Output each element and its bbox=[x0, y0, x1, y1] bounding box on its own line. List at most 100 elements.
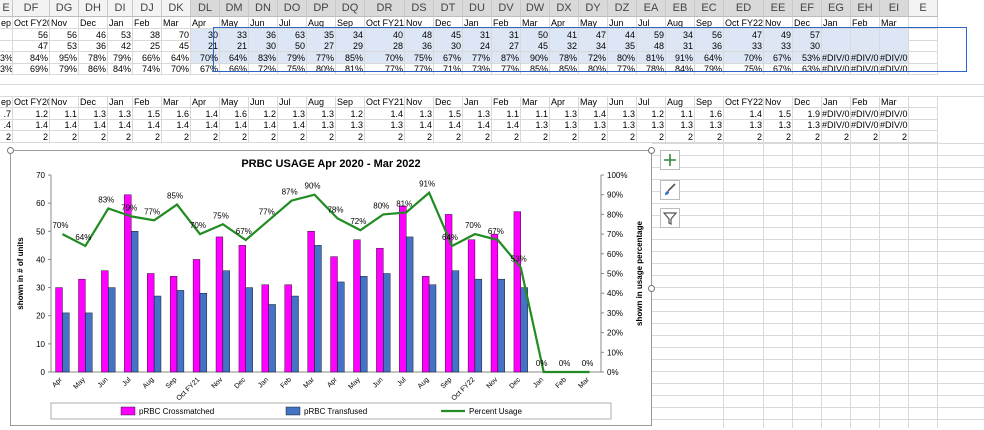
sheet-cell[interactable] bbox=[0, 40, 13, 52]
sheet-cell[interactable]: 67% bbox=[434, 51, 463, 64]
sheet-cell[interactable]: 69% bbox=[13, 63, 50, 75]
sheet-cell[interactable]: 2 bbox=[249, 130, 278, 143]
sheet-cell[interactable]: 36 bbox=[249, 28, 278, 41]
sheet-cell[interactable]: 2 bbox=[336, 130, 365, 143]
sheet-cell[interactable]: Dec bbox=[79, 96, 108, 108]
sheet-cell[interactable]: 1.4 bbox=[278, 119, 307, 131]
sheet-cell[interactable]: 56 bbox=[695, 28, 724, 41]
sheet-cell[interactable]: 34 bbox=[579, 40, 608, 52]
sheet-cell[interactable]: Jul bbox=[637, 96, 666, 108]
sheet-cell[interactable]: Oct FY21 bbox=[365, 17, 405, 29]
sheet-cell[interactable]: Feb bbox=[851, 96, 880, 108]
sheet-cell[interactable]: 2 bbox=[133, 130, 162, 143]
sheet-cell[interactable]: 75% bbox=[724, 63, 764, 75]
sheet-cell[interactable] bbox=[880, 28, 909, 41]
sheet-cell[interactable]: 1.3 bbox=[666, 119, 695, 131]
sheet-cell[interactable]: 1.2 bbox=[336, 107, 365, 120]
sheet-cell[interactable]: #DIV/0! bbox=[822, 63, 851, 75]
sheet-cell[interactable]: 84% bbox=[108, 63, 133, 75]
sheet-cell[interactable]: 77% bbox=[405, 63, 434, 75]
sheet-cell[interactable]: 1.4 bbox=[365, 107, 405, 120]
sheet-cell[interactable]: May bbox=[579, 96, 608, 108]
sheet-cell[interactable]: 70 bbox=[162, 28, 191, 41]
sheet-cell[interactable]: 84% bbox=[13, 51, 50, 64]
sheet-cell[interactable]: 36 bbox=[79, 40, 108, 52]
sheet-cell[interactable]: Mar bbox=[162, 96, 191, 108]
sheet-cell[interactable]: 30 bbox=[249, 40, 278, 52]
sheet-cell[interactable]: 53% bbox=[793, 51, 822, 64]
sheet-cell[interactable]: 77% bbox=[307, 51, 336, 64]
sheet-cell[interactable]: 1.1 bbox=[521, 107, 550, 120]
sheet-cell[interactable]: 29 bbox=[336, 40, 365, 52]
sheet-cell[interactable]: Jun bbox=[249, 17, 278, 29]
sheet-cell[interactable]: Nov bbox=[405, 17, 434, 29]
sheet-cell[interactable] bbox=[909, 130, 938, 143]
sheet-cell[interactable]: 1.3 bbox=[724, 119, 764, 131]
sheet-cell[interactable]: 56 bbox=[50, 28, 79, 41]
sheet-cell[interactable]: May bbox=[579, 17, 608, 29]
sheet-cell[interactable]: 70% bbox=[724, 51, 764, 64]
sheet-cell[interactable]: 1.4 bbox=[13, 119, 50, 131]
sheet-cell[interactable]: 1.4 bbox=[249, 119, 278, 131]
sheet-cell[interactable]: 80% bbox=[579, 63, 608, 75]
sheet-cell[interactable]: 2 bbox=[637, 130, 666, 143]
column-header[interactable]: DN bbox=[249, 0, 278, 17]
sheet-cell[interactable] bbox=[822, 28, 851, 41]
sheet-cell[interactable]: #DIV/0! bbox=[880, 63, 909, 75]
chart-resize-handle-tl[interactable] bbox=[7, 147, 14, 154]
sheet-cell[interactable]: 1.5 bbox=[434, 107, 463, 120]
column-header[interactable]: EH bbox=[851, 0, 880, 17]
sheet-cell[interactable]: 1.6 bbox=[220, 107, 249, 120]
sheet-cell[interactable]: 33 bbox=[724, 40, 764, 52]
sheet-cell[interactable]: Jul bbox=[278, 96, 307, 108]
chart-elements-button[interactable] bbox=[660, 150, 680, 170]
sheet-cell[interactable]: 1.4 bbox=[191, 107, 220, 120]
sheet-cell[interactable]: Dec bbox=[793, 96, 822, 108]
sheet-cell[interactable]: Aug bbox=[666, 17, 695, 29]
sheet-cell[interactable]: 30 bbox=[793, 40, 822, 52]
sheet-cell[interactable]: 56 bbox=[13, 28, 50, 41]
column-header[interactable]: DR bbox=[365, 0, 405, 17]
sheet-cell[interactable]: 40 bbox=[365, 28, 405, 41]
sheet-cell[interactable]: May bbox=[220, 17, 249, 29]
sheet-cell[interactable]: Oct FY20 bbox=[13, 96, 50, 108]
sheet-cell[interactable]: Feb bbox=[133, 96, 162, 108]
sheet-cell[interactable]: 50 bbox=[521, 28, 550, 41]
sheet-cell[interactable]: 85% bbox=[550, 63, 579, 75]
sheet-cell[interactable]: Apr bbox=[550, 96, 579, 108]
column-header[interactable]: DT bbox=[434, 0, 463, 17]
sheet-cell[interactable]: 77% bbox=[365, 63, 405, 75]
sheet-cell[interactable]: Jul bbox=[637, 17, 666, 29]
sheet-cell[interactable]: Oct FY20 bbox=[13, 17, 50, 29]
sheet-cell[interactable]: 53 bbox=[50, 40, 79, 52]
sheet-cell[interactable]: 1.3 bbox=[579, 119, 608, 131]
sheet-cell[interactable]: #DIV/0! bbox=[851, 63, 880, 75]
sheet-cell[interactable]: 27 bbox=[307, 40, 336, 52]
sheet-cell[interactable]: 2 bbox=[405, 130, 434, 143]
sheet-cell[interactable]: 1.3 bbox=[695, 119, 724, 131]
sheet-cell[interactable]: Oct FY22 bbox=[724, 96, 764, 108]
sheet-cell[interactable]: 2 bbox=[492, 130, 521, 143]
sheet-cell[interactable]: 45 bbox=[162, 40, 191, 52]
sheet-cell[interactable]: 2 bbox=[307, 130, 336, 143]
sheet-cell[interactable]: 1.1 bbox=[492, 107, 521, 120]
sheet-cell[interactable]: Jun bbox=[608, 17, 637, 29]
sheet-cell[interactable]: 53 bbox=[108, 28, 133, 41]
sheet-cell[interactable] bbox=[909, 17, 938, 29]
sheet-cell[interactable]: 47 bbox=[13, 40, 50, 52]
sheet-cell[interactable]: Nov bbox=[405, 96, 434, 108]
sheet-cell[interactable]: 3% bbox=[0, 51, 13, 64]
sheet-cell[interactable]: 1.3 bbox=[336, 119, 365, 131]
sheet-cell[interactable]: 71% bbox=[434, 63, 463, 75]
prbc-usage-chart[interactable]: PRBC USAGE Apr 2020 - Mar 2022 0 10 20 30 40 5… bbox=[10, 150, 652, 426]
sheet-cell[interactable]: 50 bbox=[278, 40, 307, 52]
sheet-cell[interactable]: Jan bbox=[463, 17, 492, 29]
sheet-cell[interactable] bbox=[909, 40, 938, 52]
sheet-cell[interactable]: Mar bbox=[880, 17, 909, 29]
sheet-cell[interactable]: 1.3 bbox=[405, 107, 434, 120]
sheet-cell[interactable]: 79% bbox=[50, 63, 79, 75]
sheet-cell[interactable]: 1.4 bbox=[162, 119, 191, 131]
column-header[interactable]: DS bbox=[405, 0, 434, 17]
sheet-cell[interactable]: 70% bbox=[191, 51, 220, 64]
sheet-cell[interactable]: 80% bbox=[608, 51, 637, 64]
